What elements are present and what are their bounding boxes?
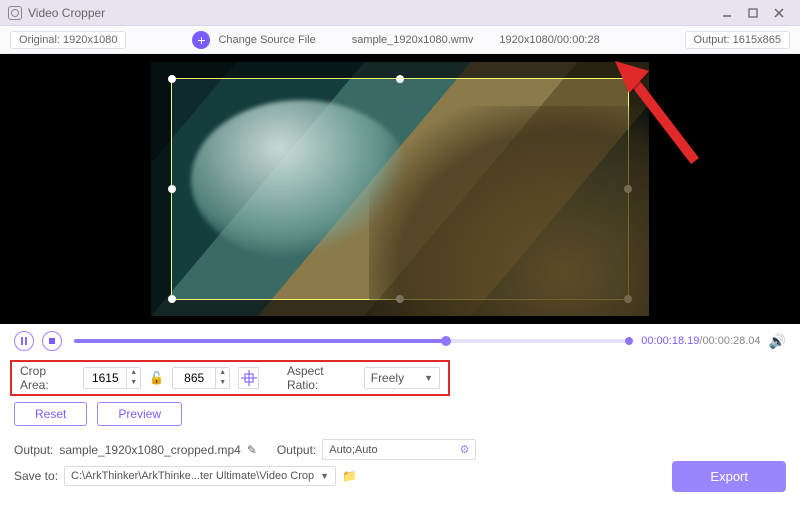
player-bar: 00:00:18.19/00:00:28.04 🔊: [0, 324, 800, 358]
output-settings-label: Output:: [277, 443, 316, 457]
output-filename: sample_1920x1080_cropped.mp4: [59, 443, 240, 457]
preview-button[interactable]: Preview: [97, 402, 182, 426]
minimize-button[interactable]: [714, 3, 740, 23]
stop-button[interactable]: [42, 331, 62, 351]
window-title: Video Cropper: [28, 6, 105, 20]
video-stage: [0, 54, 800, 324]
crop-height-input[interactable]: ▲▼: [172, 367, 230, 389]
height-down[interactable]: ▼: [216, 378, 229, 388]
rename-icon[interactable]: ✎: [247, 443, 257, 457]
saveto-row: Save to: C:\ArkThinker\ArkThinke...ter U…: [0, 463, 800, 496]
crop-width-input[interactable]: ▲▼: [83, 367, 141, 389]
crop-handle-bl[interactable]: [168, 295, 176, 303]
action-row: Reset Preview: [0, 402, 800, 436]
crop-width-field[interactable]: [84, 368, 126, 388]
change-source-plus-icon[interactable]: +: [192, 31, 210, 49]
aspect-ratio-select[interactable]: Freely ▼: [364, 367, 440, 389]
info-toolbar: Original: 1920x1080 + Change Source File…: [0, 26, 800, 54]
chevron-down-icon: ▼: [424, 373, 433, 383]
saveto-label: Save to:: [14, 469, 58, 483]
output-resolution-chip: Output: 1615x865: [685, 31, 790, 49]
pause-button[interactable]: [14, 331, 34, 351]
crop-handle-tr[interactable]: [624, 75, 632, 83]
crop-handle-ml[interactable]: [168, 185, 176, 193]
crop-selection[interactable]: [171, 78, 629, 300]
saveto-path: C:\ArkThinker\ArkThinke...ter Ultimate\V…: [71, 470, 314, 482]
close-button[interactable]: [766, 3, 792, 23]
time-display: 00:00:18.19/00:00:28.04: [641, 335, 760, 347]
width-up[interactable]: ▲: [127, 368, 140, 378]
chevron-down-icon[interactable]: ▼: [320, 471, 329, 481]
crop-handle-tl[interactable]: [168, 75, 176, 83]
app-logo-icon: [8, 6, 22, 20]
titlebar: Video Cropper: [0, 0, 800, 26]
original-resolution-chip: Original: 1920x1080: [10, 31, 126, 49]
crop-handle-bm[interactable]: [396, 295, 404, 303]
maximize-button[interactable]: [740, 3, 766, 23]
open-folder-icon[interactable]: 📁: [342, 469, 357, 483]
crop-handle-mr[interactable]: [624, 185, 632, 193]
width-down[interactable]: ▼: [127, 378, 140, 388]
output-format-box[interactable]: Auto;Auto ⚙: [322, 439, 476, 460]
source-filename: sample_1920x1080.wmv: [352, 34, 474, 46]
export-button[interactable]: Export: [672, 461, 786, 492]
height-up[interactable]: ▲: [216, 368, 229, 378]
seek-thumb[interactable]: [441, 336, 451, 346]
crop-handle-br[interactable]: [624, 295, 632, 303]
change-source-label[interactable]: Change Source File: [218, 34, 315, 46]
output-row: Output: sample_1920x1080_cropped.mp4 ✎ O…: [0, 436, 800, 463]
crop-controls-highlight: Crop Area: ▲▼ 🔓 ▲▼ Aspect Ratio: Freely …: [10, 360, 450, 396]
crop-area-label: Crop Area:: [20, 364, 75, 392]
center-crop-icon[interactable]: [238, 367, 259, 389]
reset-button[interactable]: Reset: [14, 402, 87, 426]
source-res-time: 1920x1080/00:00:28: [499, 34, 599, 46]
seek-end-marker[interactable]: [625, 337, 633, 345]
lock-aspect-icon[interactable]: 🔓: [149, 371, 164, 385]
gear-icon[interactable]: ⚙: [460, 443, 470, 456]
aspect-ratio-value: Freely: [371, 371, 404, 385]
aspect-ratio-label: Aspect Ratio:: [287, 364, 356, 392]
seek-slider[interactable]: [74, 339, 629, 343]
saveto-path-box[interactable]: C:\ArkThinker\ArkThinke...ter Ultimate\V…: [64, 466, 336, 486]
output-format-value: Auto;Auto: [329, 444, 377, 456]
video-preview[interactable]: [151, 62, 649, 316]
output-label: Output:: [14, 443, 53, 457]
crop-height-field[interactable]: [173, 368, 215, 388]
crop-handle-tm[interactable]: [396, 75, 404, 83]
volume-icon[interactable]: 🔊: [769, 333, 786, 350]
